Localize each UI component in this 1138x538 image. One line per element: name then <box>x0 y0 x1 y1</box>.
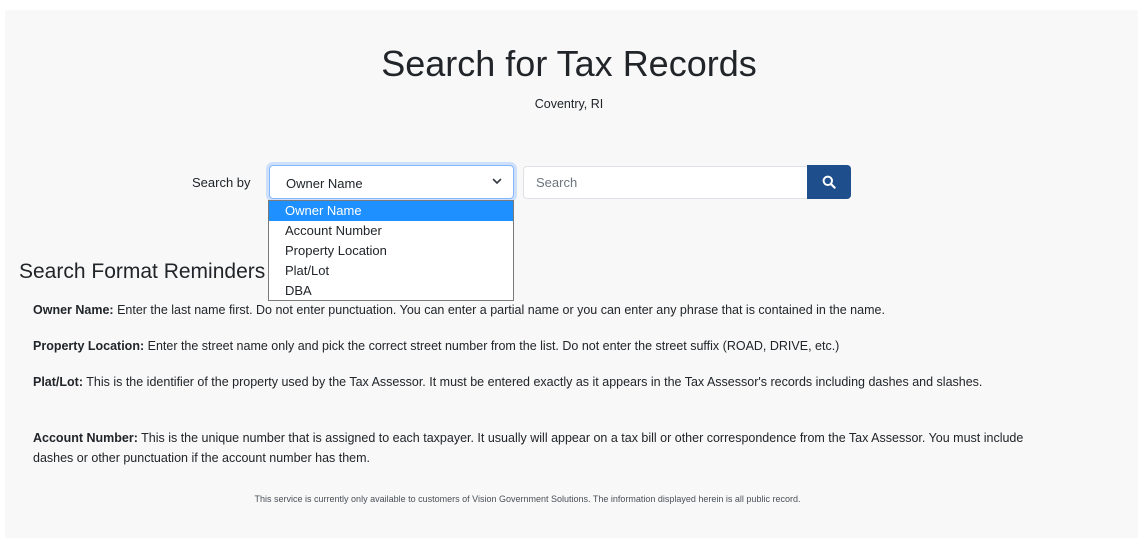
reminder-term: Account Number: <box>33 431 138 445</box>
page-subtitle: Coventry, RI <box>534 97 604 111</box>
option-dba[interactable]: DBA <box>269 281 513 301</box>
reminder-text: This is the unique number that is assign… <box>33 431 1024 465</box>
search-by-select[interactable]: Owner Name <box>269 165 514 199</box>
reminder-term: Plat/Lot: <box>33 375 83 389</box>
page-title: Search for Tax Records <box>381 43 757 84</box>
reminder-account-number: Account Number: This is the unique numbe… <box>33 428 1033 468</box>
option-account-number[interactable]: Account Number <box>269 221 513 241</box>
reminders-heading: Search Format Reminders <box>19 260 266 283</box>
search-by-dropdown-list: Owner Name Account Number Property Locat… <box>268 200 514 301</box>
reminder-term: Owner Name: <box>33 303 114 317</box>
option-property-location[interactable]: Property Location <box>269 241 513 261</box>
reminder-text: Enter the last name first. Do not enter … <box>117 303 885 317</box>
reminder-property-location: Property Location: Enter the street name… <box>33 336 1033 356</box>
search-input[interactable] <box>523 166 809 199</box>
search-icon <box>822 175 836 189</box>
option-plat-lot[interactable]: Plat/Lot <box>269 261 513 281</box>
reminder-owner-name: Owner Name: Enter the last name first. D… <box>33 300 1033 320</box>
option-owner-name[interactable]: Owner Name <box>269 201 513 221</box>
search-button[interactable] <box>807 165 851 199</box>
search-by-label: Search by <box>192 175 251 190</box>
reminder-text: This is the identifier of the property u… <box>86 375 983 389</box>
chevron-down-icon <box>492 178 502 184</box>
reminder-text: Enter the street name only and pick the … <box>147 339 840 353</box>
reminder-plat-lot: Plat/Lot: This is the identifier of the … <box>33 372 1033 392</box>
reminder-term: Property Location: <box>33 339 145 353</box>
footer-disclaimer: This service is currently only available… <box>254 494 801 504</box>
search-by-selected-value: Owner Name <box>286 176 363 191</box>
